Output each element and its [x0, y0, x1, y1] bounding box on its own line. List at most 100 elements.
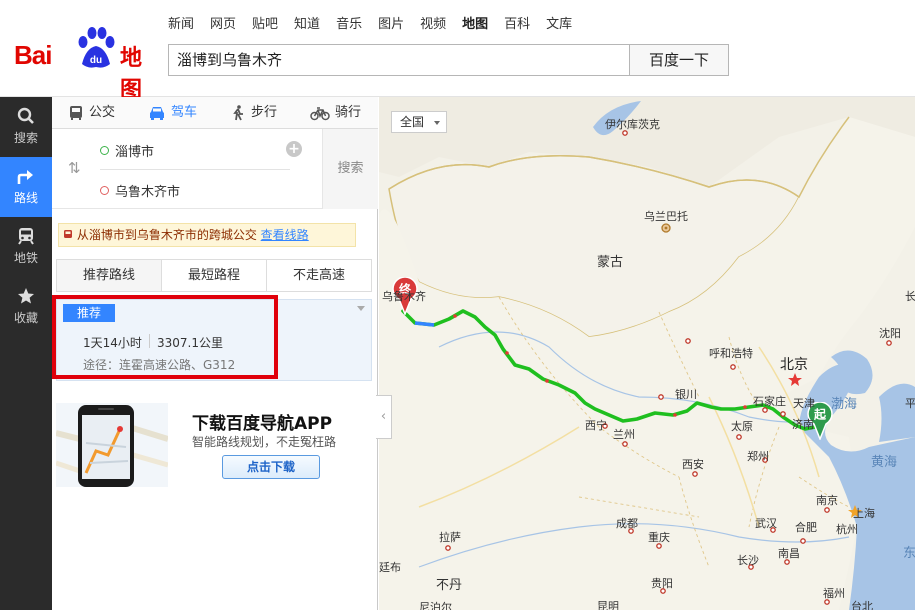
map-label-yellow-sea: 黄海 [871, 455, 898, 470]
tab-bus[interactable]: 公交 [68, 97, 115, 129]
map-label-chongqing: 重庆 [648, 531, 670, 544]
map-label-thimphu: 廷布 [379, 561, 401, 574]
rail-item-subway[interactable]: 地铁 [0, 217, 52, 277]
map-label-irkutsk: 伊尔库茨克 [605, 118, 660, 131]
header: Bai du 地图 新闻 网页 贴吧 知道 音乐 图片 视频 地图 百科 文库 淄博到乌鲁木齐 百… [0, 0, 915, 103]
map-label-hohhot: 呼和浩特 [709, 347, 753, 360]
route-sort-tabs: 推荐路线 最短路程 不走高速 [56, 259, 372, 292]
left-rail: 搜索 路线 地铁 收藏 [0, 97, 52, 610]
tab-label: 骑行 [335, 105, 362, 120]
collapse-panel-button[interactable]: ‹ [376, 395, 392, 439]
tab-shortest[interactable]: 最短路程 [162, 260, 267, 291]
logo-bai: Bai [14, 40, 52, 70]
red-highlight-box [52, 295, 278, 379]
map-label-east-sea: 东 [903, 546, 915, 561]
navigation-app-ad: 下载百度导航APP 智能路线规划，不走冤枉路 点击下载 [56, 403, 372, 487]
end-value: 乌鲁木齐市 [115, 185, 181, 200]
expand-caret-icon[interactable] [357, 306, 365, 311]
tab-label: 步行 [251, 105, 278, 120]
tab-recommended[interactable]: 推荐路线 [57, 260, 162, 291]
ad-subtitle: 智能路线规划，不走冤枉路 [192, 435, 337, 449]
route-endpoints: ⇅ 淄博市 乌鲁木齐市 + 搜索 [52, 129, 378, 209]
map-label-hangzhou: 杭州 [836, 523, 858, 536]
nav-link-8[interactable]: 百科 [504, 16, 530, 34]
map-label-taibei: 台北 [851, 600, 873, 610]
map-label-bohai: 渤海 [831, 397, 858, 412]
end-field[interactable]: 乌鲁木齐市 [100, 181, 180, 200]
map-label-lasa: 拉萨 [439, 531, 461, 544]
map-label-nanchang: 南昌 [778, 547, 800, 560]
view-route-link[interactable]: 查看线路 [261, 228, 309, 242]
baidu-map-page: Bai du 地图 新闻 网页 贴吧 知道 音乐 图片 视频 地图 百科 文库 淄博到乌鲁木齐 百… [0, 0, 915, 610]
country-select-button[interactable]: 全国 [391, 111, 447, 133]
map-label-guiyang: 贵阳 [651, 577, 673, 590]
rail-label: 收藏 [13, 311, 38, 325]
start-field[interactable]: 淄博市 [100, 141, 154, 160]
bus-icon [70, 106, 82, 120]
nav-link-3[interactable]: 知道 [294, 16, 320, 34]
route-search-button[interactable]: 搜索 [322, 129, 378, 209]
map-label-changsha: 长沙 [737, 554, 759, 567]
notice-text: 从淄博市到乌鲁木齐市的跨城公交 [76, 228, 257, 242]
map-canvas[interactable]: 全国 终 起 伊尔库茨克 乌兰巴托 蒙古 乌鲁木齐 呼和浩特 北京 沈阳 长 天… [379, 97, 915, 610]
start-marker-label: 起 [813, 407, 827, 422]
nav-link-7[interactable]: 地图 [462, 16, 488, 34]
map-label-kunming: 昆明 [597, 600, 619, 610]
intercity-bus-notice: 从淄博市到乌鲁木齐市的跨城公交 查看线路 [58, 223, 356, 247]
map-label-pyongyang: 平 [905, 397, 915, 410]
download-button[interactable]: 点击下载 [222, 455, 320, 479]
search-button[interactable]: 百度一下 [629, 44, 729, 76]
paw-logo-icon: du [78, 27, 115, 68]
map-label-zhengzhou: 郑州 [747, 450, 769, 463]
logo-map-text: 地图 [120, 46, 143, 103]
search-input[interactable]: 淄博到乌鲁木齐 [168, 44, 630, 76]
map-label-hefei: 合肥 [795, 521, 817, 534]
map-label-mongolia: 蒙古 [597, 255, 624, 270]
add-stop-icon[interactable]: + [286, 141, 302, 157]
bike-icon [310, 107, 330, 121]
tab-walk[interactable]: 步行 [230, 97, 277, 129]
map-label-xian: 西安 [682, 458, 704, 471]
map-label-yinchuan: 银川 [675, 388, 697, 401]
route-icon [17, 170, 33, 184]
map-label-wuhan: 武汉 [755, 517, 777, 530]
rail-item-route[interactable]: 路线 [0, 157, 52, 217]
tab-drive[interactable]: 驾车 [148, 97, 197, 129]
endpoint-divider [100, 169, 290, 170]
top-nav: 新闻 网页 贴吧 知道 音乐 图片 视频 地图 百科 文库 [168, 16, 588, 34]
search-icon [17, 107, 34, 124]
nav-link-0[interactable]: 新闻 [168, 16, 194, 34]
nav-link-2[interactable]: 贴吧 [252, 16, 278, 34]
map-label-bhutan: 不丹 [436, 578, 463, 593]
swap-icon[interactable]: ⇅ [68, 159, 81, 177]
nav-link-9[interactable]: 文库 [546, 16, 572, 34]
bus-small-icon [64, 230, 72, 238]
travel-mode-tabs: 公交 驾车 步行 骑行 [52, 97, 378, 129]
map-label-urumqi: 乌鲁木齐 [382, 290, 426, 303]
start-value: 淄博市 [115, 145, 155, 160]
start-dot-icon [100, 146, 109, 155]
nav-link-1[interactable]: 网页 [210, 16, 236, 34]
rail-item-favorites[interactable]: 收藏 [0, 277, 52, 337]
tab-no-highway[interactable]: 不走高速 [267, 260, 371, 291]
map-label-beijing: 北京 [780, 357, 808, 373]
map-label-nepal: 尼泊尔 [419, 601, 452, 610]
map-label-lanzhou: 兰州 [613, 428, 635, 441]
nav-link-5[interactable]: 图片 [378, 16, 404, 34]
map-label-shenyang: 沈阳 [879, 327, 901, 340]
rail-label: 路线 [13, 191, 38, 205]
star-icon [18, 288, 34, 304]
tab-bike[interactable]: 骑行 [310, 97, 361, 129]
baidu-map-logo[interactable]: Bai du 地图 [14, 26, 156, 103]
map-label-changchun: 长 [905, 290, 915, 303]
nav-link-6[interactable]: 视频 [420, 16, 446, 34]
route-panel: 公交 驾车 步行 骑行 ⇅ 淄博市 乌鲁木齐市 + 搜索 从淄博市到乌鲁木齐市的… [52, 97, 378, 610]
tab-label: 公交 [89, 105, 116, 120]
map-label-taiyuan: 太原 [731, 420, 753, 433]
rail-item-search[interactable]: 搜索 [0, 97, 52, 157]
rail-label: 地铁 [13, 251, 38, 265]
map-label-shanghai: 上海 [853, 507, 875, 520]
car-icon [150, 107, 164, 120]
end-dot-icon [100, 186, 109, 195]
nav-link-4[interactable]: 音乐 [336, 16, 362, 34]
